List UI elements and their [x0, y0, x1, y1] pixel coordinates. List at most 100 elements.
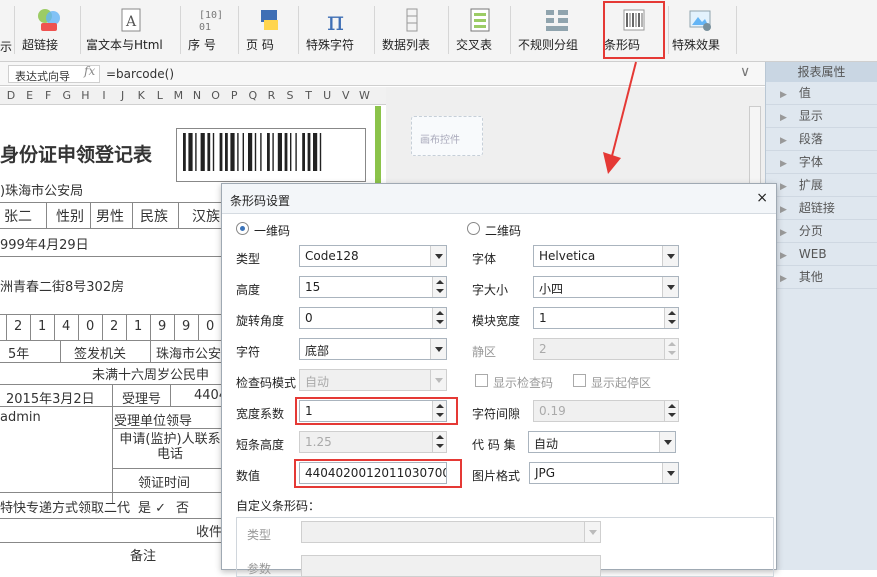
- font-label: 字体: [472, 252, 497, 266]
- column-header-cell[interactable]: U: [318, 89, 336, 102]
- id-digit-cell: 0: [86, 319, 95, 334]
- chevron-down-icon: [584, 522, 600, 542]
- panel-item[interactable]: ▶ 分页: [766, 220, 877, 243]
- char-spacing-label: 字符间隙: [472, 407, 521, 421]
- column-header-cell[interactable]: R: [262, 89, 280, 102]
- module-width-spinner[interactable]: 1: [533, 307, 679, 329]
- special-char-button[interactable]: π 特殊字符: [306, 0, 370, 58]
- hyperlink-button[interactable]: 超链接: [22, 0, 76, 58]
- panel-item[interactable]: ▶ 扩展: [766, 174, 877, 197]
- short-bar-height-label: 短条高度: [236, 438, 285, 452]
- column-header-cell[interactable]: P: [225, 89, 243, 102]
- svg-text:01: 01: [199, 22, 211, 33]
- code-set-select[interactable]: 自动: [528, 431, 676, 453]
- chevron-down-icon: [430, 370, 446, 390]
- applicant-phone-label: 申请(监护)人联系电话: [119, 432, 221, 462]
- irregular-group-icon: [546, 10, 568, 31]
- gender-value: 男性: [96, 209, 124, 225]
- quiet-zone-spinner: 2: [533, 338, 679, 360]
- image-format-select[interactable]: JPG: [529, 462, 679, 484]
- panel-item[interactable]: ▶ 超链接: [766, 197, 877, 220]
- column-header-cell[interactable]: I: [95, 89, 113, 102]
- font-size-select[interactable]: 小四: [533, 276, 679, 298]
- id-digit-cell: 2: [110, 319, 119, 334]
- column-header-cell[interactable]: K: [132, 89, 150, 102]
- spinner-arrows-icon[interactable]: [664, 308, 678, 328]
- column-header-cell[interactable]: N: [188, 89, 206, 102]
- expand-arrow-icon: ▶: [780, 182, 787, 192]
- name-value: 张二: [4, 209, 32, 225]
- annotation-arrow-icon: [603, 61, 637, 174]
- page-number-button[interactable]: 页 码: [246, 0, 292, 58]
- column-header-cell[interactable]: M: [169, 89, 187, 102]
- type-select[interactable]: Code128: [299, 245, 447, 267]
- column-header-cell[interactable]: E: [21, 89, 39, 102]
- panel-item[interactable]: ▶ 其他: [766, 266, 877, 289]
- unit-leader-label: 受理单位领导: [114, 414, 193, 429]
- char-position-select[interactable]: 底部: [299, 338, 447, 360]
- panel-item-label: 值: [798, 86, 811, 100]
- column-header-cell[interactable]: Q: [244, 89, 262, 102]
- data-list-button[interactable]: 数据列表: [382, 0, 442, 58]
- panel-item-label: 显示: [798, 109, 823, 123]
- type-label: 类型: [236, 252, 261, 266]
- width-factor-highlight-box: [295, 397, 458, 425]
- panel-item[interactable]: ▶ 显示: [766, 105, 877, 128]
- spinner-arrows-icon[interactable]: [432, 308, 446, 328]
- expand-arrow-icon: ▶: [780, 136, 787, 146]
- rotate-spinner[interactable]: 0: [299, 307, 447, 329]
- pi-symbol-icon: π: [327, 7, 344, 34]
- cross-table-button[interactable]: 交叉表: [456, 0, 504, 58]
- show-start-stop-label: 显示起停区: [591, 376, 652, 390]
- column-header-cell[interactable]: J: [114, 89, 132, 102]
- char-spacing-spinner: 0.19: [533, 400, 679, 422]
- column-header-cell[interactable]: H: [76, 89, 94, 102]
- column-header-cell[interactable]: V: [337, 89, 355, 102]
- panel-item[interactable]: ▶ 值: [766, 82, 877, 105]
- remark-label: 备注: [130, 549, 157, 564]
- barcode-bars-icon: [183, 133, 322, 171]
- formula-input[interactable]: =barcode(): [106, 67, 174, 81]
- canvas-widget[interactable]: 画布控件: [411, 116, 483, 156]
- rotate-label: 旋转角度: [236, 314, 285, 328]
- expand-arrow-icon: ▶: [780, 113, 787, 123]
- receiver-label: 收件: [196, 525, 222, 540]
- module-width-label: 模块宽度: [472, 314, 521, 328]
- checksum-mode-label: 检查码模式: [236, 376, 297, 390]
- column-header-cell[interactable]: L: [151, 89, 169, 102]
- special-effect-button[interactable]: 特殊效果: [672, 0, 728, 58]
- column-header-cell[interactable]: W: [355, 89, 373, 102]
- gender-label: 性别: [56, 209, 84, 225]
- close-icon[interactable]: ×: [756, 190, 768, 206]
- sequence-button[interactable]: [10] 01 序 号: [188, 0, 234, 58]
- chevron-down-icon: [430, 246, 446, 266]
- panel-item[interactable]: ▶ WEB: [766, 243, 877, 266]
- value-label: 数值: [236, 469, 261, 483]
- show-checksum-label: 显示检查码: [493, 376, 554, 390]
- irregular-group-button[interactable]: 不规则分组: [518, 0, 596, 58]
- column-header-cell[interactable]: F: [39, 89, 57, 102]
- ethnicity-label: 民族: [140, 209, 168, 225]
- column-header-cell[interactable]: O: [207, 89, 225, 102]
- cross-table-icon: [470, 8, 490, 32]
- column-header-cell[interactable]: D: [2, 89, 20, 102]
- height-label: 高度: [236, 283, 261, 297]
- radio-2d[interactable]: [467, 222, 480, 235]
- column-header-cell[interactable]: S: [281, 89, 299, 102]
- svg-text:π: π: [327, 7, 344, 34]
- ethnicity-value: 汉族: [192, 209, 220, 225]
- rich-text-button[interactable]: A 富文本与Html: [86, 0, 176, 58]
- express-yes: 是 ✓: [138, 501, 167, 516]
- font-select[interactable]: Helvetica: [533, 245, 679, 267]
- chevron-down-icon[interactable]: ∨: [740, 64, 750, 80]
- column-header-cell[interactable]: T: [300, 89, 318, 102]
- id-digit-cell: 9: [158, 319, 167, 334]
- height-spinner[interactable]: 15: [299, 276, 447, 298]
- column-header-cell[interactable]: G: [58, 89, 76, 102]
- barcode-preview[interactable]: [176, 128, 366, 182]
- panel-item[interactable]: ▶ 字体: [766, 151, 877, 174]
- spinner-arrows-icon[interactable]: [432, 277, 446, 297]
- radio-1d[interactable]: [236, 222, 249, 235]
- receipt-label: 受理号: [122, 392, 162, 407]
- panel-item[interactable]: ▶ 段落: [766, 128, 877, 151]
